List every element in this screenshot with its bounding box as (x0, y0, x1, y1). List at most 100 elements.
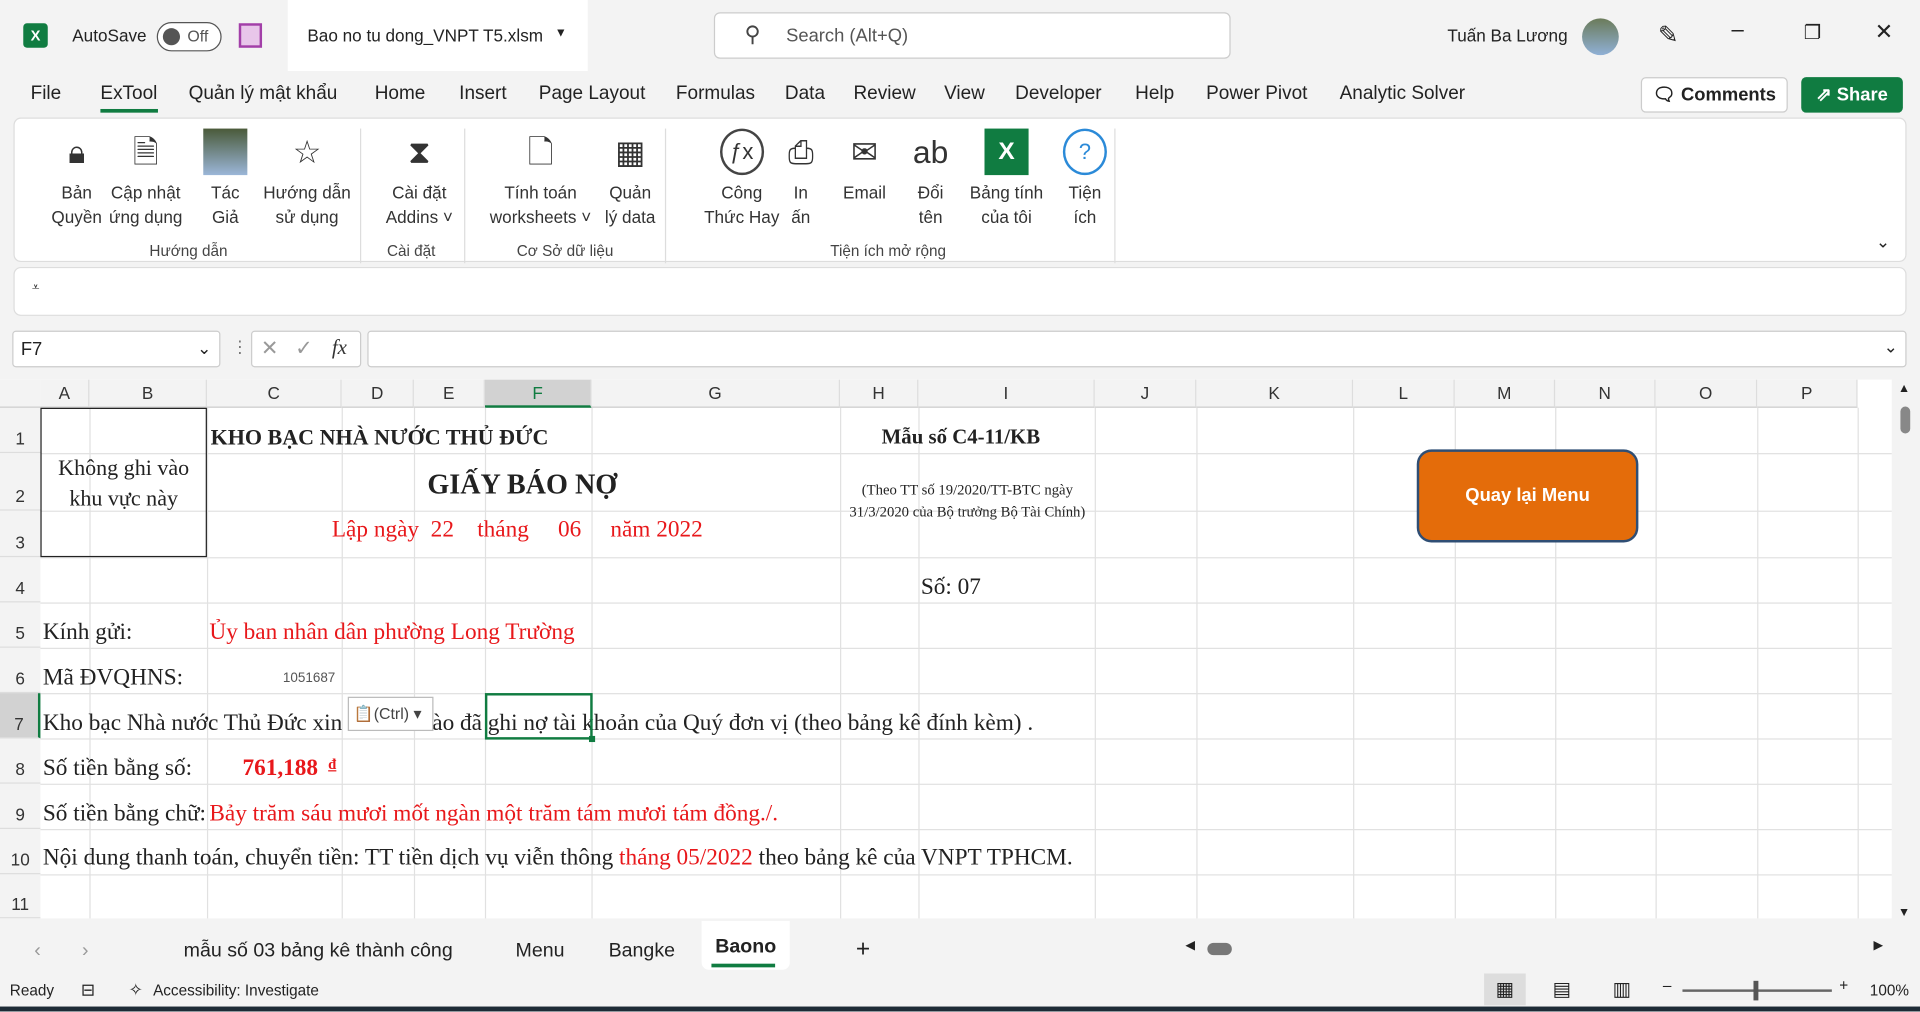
accessibility-status[interactable]: Accessibility: Investigate (153, 982, 319, 999)
search-box[interactable]: ⚲ Search (Alt+Q) (713, 12, 1231, 59)
tab-help[interactable]: Help (1135, 83, 1174, 105)
filename-dropdown[interactable]: Bao no tu dong_VNPT T5.xlsm ▼ (287, 0, 588, 72)
column-header-a[interactable]: A (40, 379, 90, 408)
normal-view-icon[interactable]: ▦ (1484, 973, 1526, 1006)
tab-review[interactable]: Review (853, 83, 915, 105)
ribbon-button-excel[interactable]: X Bảng tính của tôi (970, 128, 1043, 229)
sheet-tab-bangke[interactable]: Bangke (609, 940, 675, 962)
column-header-c[interactable]: C (206, 379, 342, 408)
column-header-l[interactable]: L (1353, 379, 1455, 408)
selected-cell-f7[interactable] (484, 693, 596, 743)
row-header-9[interactable]: 9 (0, 783, 41, 829)
zoom-in-icon[interactable]: + (1839, 977, 1848, 994)
tab-developer[interactable]: Developer (1015, 83, 1102, 105)
name-box[interactable]: F7 ⌄ (12, 330, 221, 368)
prev-sheet-icon[interactable]: ‹ (34, 940, 41, 962)
row-header-5[interactable]: 5 (0, 602, 41, 648)
tab-analytic-solver[interactable]: Analytic Solver (1340, 83, 1466, 105)
tab-data[interactable]: Data (785, 83, 825, 105)
zoom-slider-thumb[interactable] (1753, 980, 1759, 1001)
row-header-11[interactable]: 11 (0, 874, 41, 919)
zoom-level[interactable]: 100% (1870, 982, 1909, 999)
page-break-view-icon[interactable]: ▥ (1613, 977, 1632, 1001)
comments-button[interactable]: 🗨 Comments (1640, 77, 1788, 113)
ribbon-button-help[interactable]: ? Tiện ích (1062, 128, 1107, 229)
tab-insert[interactable]: Insert (459, 83, 506, 105)
avatar[interactable] (1582, 18, 1619, 56)
insert-function-icon[interactable]: fx (332, 336, 347, 360)
row-header-8[interactable]: 8 (0, 738, 41, 784)
macro-record-icon[interactable]: ⊟ (81, 980, 95, 1001)
close-icon[interactable]: ✕ (1875, 20, 1893, 46)
add-sheet-icon[interactable]: + (856, 936, 870, 964)
column-header-b[interactable]: B (89, 379, 207, 408)
next-sheet-icon[interactable]: › (82, 940, 89, 962)
scroll-thumb[interactable] (1900, 406, 1911, 434)
column-header-h[interactable]: H (840, 379, 919, 408)
select-all-corner[interactable] (0, 379, 41, 408)
zoom-out-icon[interactable]: – (1663, 977, 1672, 994)
minimize-icon[interactable]: – (1731, 17, 1743, 43)
column-header-m[interactable]: M (1454, 379, 1556, 408)
column-header-f[interactable]: F (484, 379, 592, 408)
column-header-k[interactable]: K (1196, 379, 1354, 408)
paste-options-button[interactable]: 📋(Ctrl) ▾ (347, 696, 434, 732)
autosave-toggle[interactable]: Off (156, 22, 222, 52)
page-layout-view-icon[interactable]: ▤ (1553, 977, 1572, 1001)
expand-formula-icon[interactable]: ⌄ (1884, 337, 1898, 358)
column-header-p[interactable]: P (1757, 379, 1858, 408)
column-header-i[interactable]: I (918, 379, 1095, 408)
back-to-menu-button[interactable]: Quay lại Menu (1416, 449, 1639, 543)
vertical-scrollbar[interactable]: ▲ ▼ (1891, 379, 1920, 920)
row-header-6[interactable]: 6 (0, 647, 41, 694)
ribbon-button-update[interactable]: 🗎 Cập nhật ứng dụng (109, 129, 182, 229)
scroll-thumb[interactable] (1207, 942, 1232, 956)
tab-page-layout[interactable]: Page Layout (539, 83, 646, 105)
sheet-tab-baono[interactable]: Baono (701, 920, 790, 970)
column-header-e[interactable]: E (413, 379, 485, 408)
column-header-d[interactable]: D (341, 379, 414, 408)
spreadsheet-grid[interactable]: 11 10 9 8 7 6 5 4 3 2 1 P O N M L K J I H G F E D C B A Không ghi … (0, 379, 1892, 919)
restore-icon[interactable]: ❐ (1804, 21, 1822, 45)
tab-password[interactable]: Quản lý mật khẩu (189, 83, 338, 105)
row-header-2[interactable]: 2 (0, 453, 41, 511)
tab-file[interactable]: File (31, 83, 62, 105)
tab-view[interactable]: View (944, 83, 985, 105)
tab-formulas[interactable]: Formulas (676, 83, 755, 105)
enter-icon[interactable]: ✓ (295, 337, 312, 361)
tab-power-pivot[interactable]: Power Pivot (1206, 83, 1307, 105)
ribbon-button-guide-book[interactable]: ☆ Hướng dẫn sử dụng (263, 129, 351, 229)
column-header-g[interactable]: G (591, 379, 841, 408)
row-header-3[interactable]: 3 (0, 510, 41, 558)
accessibility-icon[interactable]: ✧ (129, 980, 143, 1001)
ribbon-button-recalc[interactable]: 🗋 Tính toán worksheets ˅ (490, 129, 591, 229)
save-icon[interactable] (238, 23, 263, 48)
ribbon-button-database[interactable]: ▦ Quản lý data (605, 129, 656, 229)
formula-input[interactable]: ⌄ (367, 330, 1907, 368)
horizontal-scrollbar[interactable]: ◀ ▶ (1185, 939, 1889, 957)
scroll-right-icon[interactable]: ▶ (1873, 939, 1882, 952)
sheet-tab-bangke-success[interactable]: mẫu số 03 bảng kê thành công (184, 940, 453, 962)
column-header-n[interactable]: N (1555, 379, 1656, 408)
column-header-j[interactable]: J (1094, 379, 1197, 408)
scroll-down-icon[interactable]: ▼ (1898, 906, 1910, 919)
ribbon-button-function[interactable]: ƒx Công Thức Hay (704, 128, 779, 229)
scroll-up-icon[interactable]: ▲ (1898, 382, 1910, 395)
share-button[interactable]: ⇗ Share (1801, 77, 1903, 113)
row-header-10[interactable]: 10 (0, 828, 41, 875)
ribbon-button-author-photo[interactable]: Tác Giả (203, 128, 248, 229)
customize-qat-icon[interactable]: ⩡ (32, 280, 40, 296)
scroll-left-icon[interactable]: ◀ (1185, 939, 1194, 952)
column-header-o[interactable]: O (1655, 379, 1758, 408)
row-header-4[interactable]: 4 (0, 557, 41, 603)
tab-home[interactable]: Home (375, 83, 426, 105)
ribbon-button-hourglass[interactable]: ⧗ Cài đặt Addins ˅ (386, 129, 453, 229)
ribbon-collapse-icon[interactable]: ⌄ (1876, 231, 1890, 252)
tab-extool[interactable]: ExTool (100, 83, 158, 113)
row-header-1[interactable]: 1 (0, 407, 41, 454)
ribbon-button-lock[interactable]: 🔒︎ Bản Quyền (51, 129, 102, 229)
ribbon-button-email[interactable]: ✉ Email (842, 129, 886, 205)
pen-icon[interactable]: ✎ (1658, 20, 1679, 51)
sheet-tab-menu[interactable]: Menu (516, 940, 565, 962)
row-header-7[interactable]: 7 (0, 693, 41, 739)
